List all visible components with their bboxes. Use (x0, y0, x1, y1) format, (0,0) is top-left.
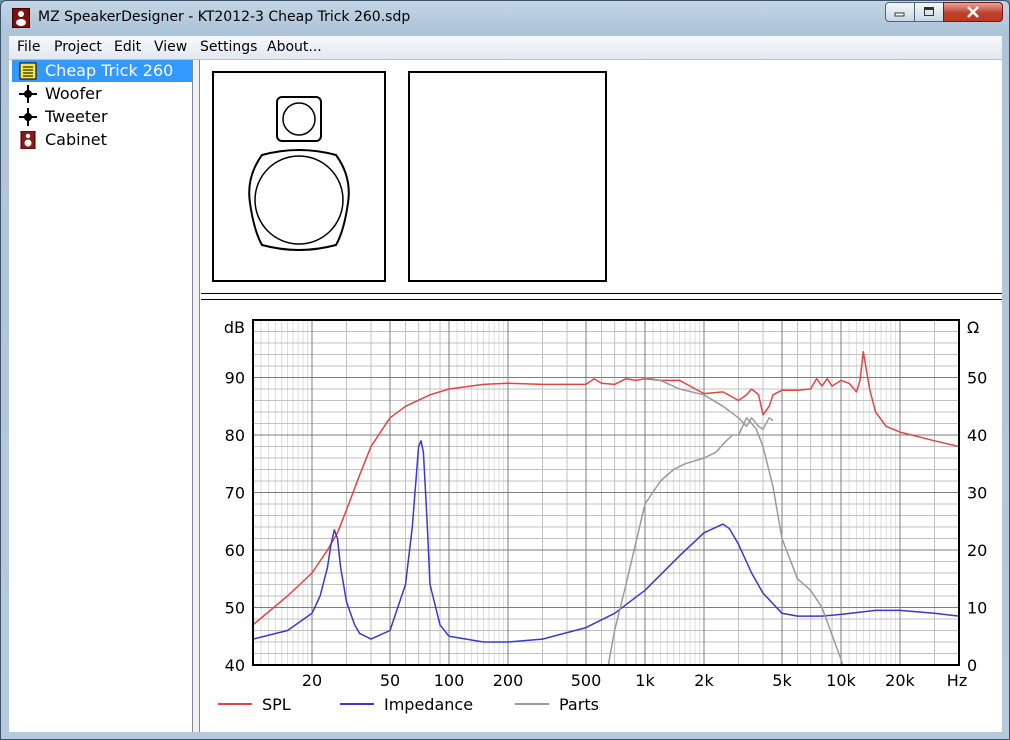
response-chart: 40 50 60 70 80 90 0 10 20 30 40 50 20 50 100 200 500 1k 2k… (218, 318, 987, 714)
tree-item-label: Woofer (45, 84, 102, 103)
y2-axis-label: Ω (967, 318, 979, 337)
app-icon[interactable] (12, 8, 30, 28)
woofer-cone (254, 155, 344, 245)
x-tick-label: 500 (571, 671, 602, 690)
horizontal-splitter[interactable] (201, 293, 1002, 300)
y-tick-label: 50 (225, 599, 245, 618)
cabinet-side-view (408, 71, 607, 282)
x-tick-label: 5k (772, 671, 792, 690)
tree-item-cabinet[interactable]: Cabinet (12, 129, 192, 151)
close-icon (967, 6, 979, 18)
tweeter-dome (282, 102, 316, 136)
woofer-frame (248, 149, 350, 251)
tree-item-label: Cheap Trick 260 (45, 61, 174, 80)
x-axis-label: Hz (947, 671, 967, 690)
maximize-icon (924, 7, 934, 16)
menu-edit[interactable]: Edit (114, 39, 141, 55)
y-tick-label: 40 (225, 656, 245, 675)
x-tick-label: 100 (434, 671, 465, 690)
minimize-icon (894, 12, 905, 17)
menu-project[interactable]: Project (54, 39, 102, 55)
legend-label: Impedance (384, 695, 473, 714)
x-tick-label: 2k (694, 671, 714, 690)
y2-tick-label: 0 (967, 656, 977, 675)
menu-bar: File Project Edit View Settings About... (9, 36, 1002, 60)
driver-node-icon (19, 108, 37, 126)
series-line-parts (644, 376, 774, 431)
x-tick-label: 20k (885, 671, 915, 690)
tree-item-project[interactable]: Cheap Trick 260 (12, 60, 192, 82)
menu-about[interactable]: About... (267, 39, 322, 55)
cabinet-front-view (212, 71, 386, 282)
maximize-button[interactable] (914, 2, 944, 22)
x-tick-label: 1k (635, 671, 655, 690)
x-tick-label: 20 (302, 671, 322, 690)
project-icon (19, 62, 37, 80)
minimize-button[interactable] (885, 2, 915, 22)
app-window: MZ SpeakerDesigner - KT2012-3 Cheap Tric… (0, 0, 1010, 740)
y-tick-label: 90 (225, 369, 245, 388)
x-tick-label: 200 (493, 671, 524, 690)
y2-tick-label: 40 (967, 426, 987, 445)
series-line-spl (253, 350, 959, 626)
project-tree[interactable]: Cheap Trick 260 Woofer Tweeter Cabinet (9, 60, 193, 732)
tree-item-label: Tweeter (45, 107, 108, 126)
y-tick-label: 60 (225, 541, 245, 560)
menu-settings[interactable]: Settings (200, 39, 257, 55)
y-tick-label: 80 (225, 426, 245, 445)
client-area: Cheap Trick 260 Woofer Tweeter Cabinet 4… (9, 60, 1002, 732)
tree-item-label: Cabinet (45, 130, 107, 149)
x-tick-label: 10k (826, 671, 856, 690)
y2-tick-label: 50 (967, 369, 987, 388)
y2-tick-label: 10 (967, 599, 987, 618)
y-tick-label: 70 (225, 484, 245, 503)
driver-node-icon (19, 85, 37, 103)
menu-view[interactable]: View (154, 39, 187, 55)
menu-file[interactable]: File (17, 39, 40, 55)
tree-item-woofer[interactable]: Woofer (12, 83, 192, 105)
y-axis-label: dB (224, 318, 245, 337)
series-line-impedance (253, 440, 959, 643)
tree-item-tweeter[interactable]: Tweeter (12, 106, 192, 128)
speaker-icon (20, 131, 36, 149)
legend-label: Parts (559, 695, 599, 714)
legend: SPL Impedance Parts (218, 695, 599, 714)
y2-tick-label: 30 (967, 484, 987, 503)
window-title: MZ SpeakerDesigner - KT2012-3 Cheap Tric… (38, 9, 411, 25)
close-button[interactable] (943, 2, 1003, 22)
cabinet-front-drawing (248, 96, 350, 251)
x-tick-label: 50 (380, 671, 400, 690)
legend-label: SPL (262, 695, 291, 714)
y2-tick-label: 20 (967, 541, 987, 560)
title-bar[interactable]: MZ SpeakerDesigner - KT2012-3 Cheap Tric… (1, 1, 1009, 34)
